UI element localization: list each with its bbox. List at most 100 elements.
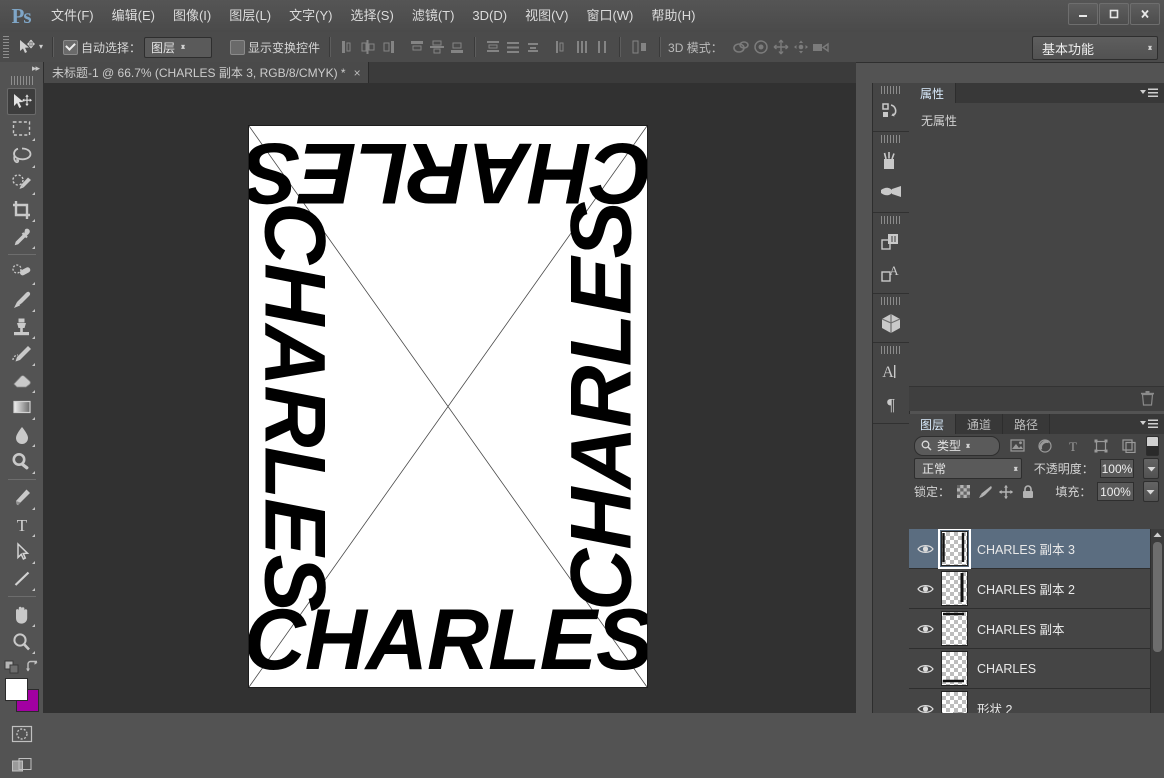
3d-pan-icon[interactable]: [771, 37, 791, 57]
lock-transparent-pixels-icon[interactable]: [956, 483, 971, 501]
artboard[interactable]: CHARLES CHARLES CHARLES CHARLES: [249, 126, 647, 687]
menu-select[interactable]: 选择(S): [341, 0, 402, 32]
align-bottom-edges-icon[interactable]: [447, 37, 467, 57]
gradient-tool[interactable]: [7, 394, 36, 421]
healing-brush-tool[interactable]: [7, 259, 36, 286]
eyedropper-tool[interactable]: [7, 223, 36, 250]
options-bar-grip[interactable]: [3, 36, 9, 58]
menu-window[interactable]: 窗口(W): [577, 0, 642, 32]
menu-image[interactable]: 图像(I): [164, 0, 220, 32]
quick-selection-tool[interactable]: [7, 169, 36, 196]
tab-properties[interactable]: 属性: [909, 83, 957, 103]
show-transform-checkbox[interactable]: [230, 39, 246, 55]
layer-list-scrollbar[interactable]: [1150, 529, 1164, 713]
opacity-slider-button[interactable]: [1143, 458, 1159, 479]
table-row[interactable]: 形状 2: [909, 689, 1164, 713]
tab-channels[interactable]: 通道: [956, 414, 1004, 434]
move-tool[interactable]: [7, 88, 36, 115]
pen-tool[interactable]: [7, 484, 36, 511]
filter-smart-objects-icon[interactable]: [1118, 436, 1140, 456]
close-button[interactable]: [1130, 3, 1160, 25]
auto-align-layers-icon[interactable]: [628, 37, 652, 57]
filter-pixel-layers-icon[interactable]: [1006, 436, 1028, 456]
paragraph-panel-icon[interactable]: ¶: [873, 388, 909, 420]
minimize-button[interactable]: [1068, 3, 1098, 25]
clone-stamp-tool[interactable]: [7, 313, 36, 340]
menu-filter[interactable]: 滤镜(T): [403, 0, 464, 32]
tools-panel-grip[interactable]: [10, 76, 33, 85]
layer-name[interactable]: CHARLES 副本 3: [977, 539, 1075, 558]
auto-select-checkbox[interactable]: [63, 39, 79, 55]
auto-select-group[interactable]: 自动选择： 图层 ▴ ▾: [61, 36, 214, 58]
3d-slide-icon[interactable]: [791, 37, 811, 57]
3d-roll-icon[interactable]: [751, 37, 771, 57]
3d-camera-icon[interactable]: [811, 37, 831, 57]
screen-mode-toggle[interactable]: [7, 751, 36, 778]
history-icon[interactable]: [873, 96, 909, 128]
menu-file[interactable]: 文件(F): [42, 0, 103, 32]
layer-name[interactable]: CHARLES 副本 2: [977, 579, 1075, 598]
layer-list[interactable]: CHARLES 副本 3 CHARLES 副本 2 CHARLES 副本 CHA…: [909, 529, 1164, 713]
align-vertical-centers-icon[interactable]: [427, 37, 447, 57]
brush-tool[interactable]: [7, 286, 36, 313]
filter-shape-layers-icon[interactable]: [1090, 436, 1112, 456]
zoom-tool[interactable]: [7, 628, 36, 655]
rail-grip-3[interactable]: [881, 216, 901, 224]
lock-image-pixels-icon[interactable]: [977, 483, 992, 501]
workspace-switcher[interactable]: 基本功能 ▴ ▾: [1032, 36, 1158, 60]
auto-select-scope-dropdown[interactable]: 图层 ▴ ▾: [144, 36, 213, 58]
crop-tool[interactable]: [7, 196, 36, 223]
properties-panel-menu-icon[interactable]: [1139, 87, 1159, 99]
scrollbar-thumb[interactable]: [1153, 542, 1162, 652]
opacity-value[interactable]: 100%: [1099, 459, 1135, 478]
clone-source-icon[interactable]: [873, 177, 909, 209]
layer-name[interactable]: CHARLES: [977, 662, 1036, 676]
menu-type[interactable]: 文字(Y): [280, 0, 341, 32]
tools-collapse-button[interactable]: ▸▸: [0, 62, 43, 74]
rail-grip[interactable]: [881, 86, 901, 94]
rail-grip-4[interactable]: [881, 297, 901, 305]
layer-visibility-icon[interactable]: [909, 649, 941, 688]
layer-filter-type-dropdown[interactable]: 类型 ▴ ▾: [914, 435, 1000, 456]
history-brush-tool[interactable]: [7, 340, 36, 367]
filter-enable-toggle[interactable]: [1146, 435, 1159, 456]
maximize-button[interactable]: [1099, 3, 1129, 25]
path-selection-tool[interactable]: [7, 538, 36, 565]
layer-thumbnail[interactable]: [941, 651, 968, 686]
character-panel-icon[interactable]: A: [873, 356, 909, 388]
eraser-tool[interactable]: [7, 367, 36, 394]
layer-thumbnail[interactable]: [941, 571, 968, 606]
blur-tool[interactable]: [7, 421, 36, 448]
tab-paths[interactable]: 路径: [1003, 414, 1051, 434]
layer-thumbnail[interactable]: [941, 691, 968, 713]
color-swatches[interactable]: [4, 678, 39, 712]
default-colors-icon[interactable]: [4, 660, 20, 674]
scroll-up-icon[interactable]: [1151, 529, 1164, 540]
align-horizontal-centers-icon[interactable]: [358, 37, 378, 57]
table-row[interactable]: CHARLES: [909, 649, 1164, 689]
3d-rotate-icon[interactable]: [731, 37, 751, 57]
layer-thumbnail[interactable]: [941, 611, 968, 646]
menu-layer[interactable]: 图层(L): [220, 0, 280, 32]
document-tab[interactable]: 未标题-1 @ 66.7% (CHARLES 副本 3, RGB/8/CMYK)…: [43, 62, 369, 83]
character-styles-icon[interactable]: A: [873, 258, 909, 290]
rail-grip-5[interactable]: [881, 346, 901, 354]
layer-name[interactable]: 形状 2: [977, 699, 1012, 713]
table-row[interactable]: CHARLES 副本: [909, 609, 1164, 649]
align-top-edges-icon[interactable]: [407, 37, 427, 57]
menu-view[interactable]: 视图(V): [516, 0, 577, 32]
layers-panel-menu-icon[interactable]: [1139, 418, 1159, 430]
layer-visibility-icon[interactable]: [909, 529, 941, 568]
filter-adjustment-layers-icon[interactable]: [1034, 436, 1056, 456]
distribute-top-edges-icon[interactable]: [483, 37, 503, 57]
quick-mask-toggle[interactable]: [7, 720, 36, 747]
distribute-right-edges-icon[interactable]: [592, 37, 612, 57]
line-tool[interactable]: [7, 565, 36, 592]
table-row[interactable]: CHARLES 副本 2: [909, 569, 1164, 609]
distribute-vertical-centers-icon[interactable]: [503, 37, 523, 57]
menu-edit[interactable]: 编辑(E): [103, 0, 164, 32]
distribute-horizontal-centers-icon[interactable]: [572, 37, 592, 57]
menu-help[interactable]: 帮助(H): [642, 0, 704, 32]
rail-grip-2[interactable]: [881, 135, 901, 143]
layer-visibility-icon[interactable]: [909, 689, 941, 713]
